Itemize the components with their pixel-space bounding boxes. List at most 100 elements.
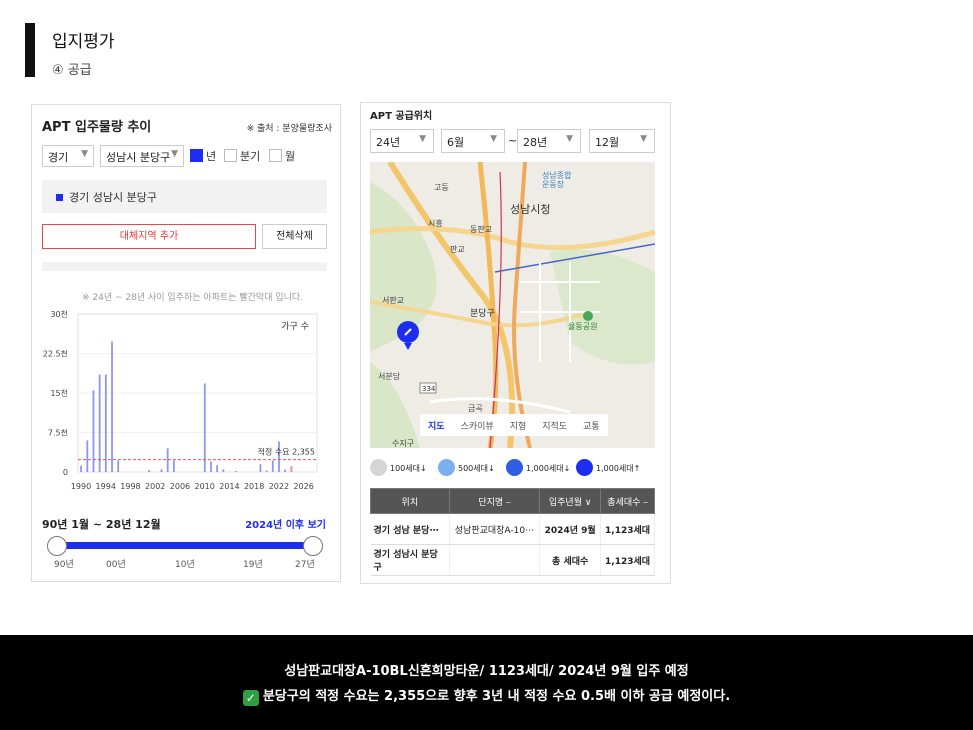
from-year-value: 24년 [376, 136, 401, 149]
svg-text:성남종합: 성남종합 [542, 171, 572, 180]
to-year-value: 28년 [523, 136, 548, 149]
checkbox-year-label: 년 [206, 150, 217, 163]
chart-bar [117, 460, 120, 472]
x-tick-label: 1990 [71, 482, 91, 491]
to-year-select[interactable]: 28년 ▼ [517, 129, 581, 153]
chart-bar [259, 464, 262, 472]
chart-bar [86, 440, 89, 472]
check-mark-icon: ✓ [242, 690, 259, 706]
province-select[interactable]: 경기 ▼ [42, 145, 94, 167]
map-tab-traffic[interactable]: 교통 [575, 414, 608, 436]
marker-xlarge-icon [576, 459, 593, 476]
marker-small-icon [370, 459, 387, 476]
column-header-location[interactable]: 위치 [370, 488, 450, 514]
slider-label: 19년 [243, 560, 263, 570]
x-tick-label: 2002 [145, 482, 165, 491]
svg-text:시흥: 시흥 [428, 218, 443, 228]
page: 입지평가 ④ 공급 APT 입주물량 추이 ※ 출처 : 분양물량조사 경기 ▼… [0, 0, 973, 730]
table-row-total: 경기 성남시 분당구 총 세대수 1,123세대 [370, 544, 655, 576]
checkbox-month-label: 월 [285, 150, 296, 163]
chart-bar [172, 460, 175, 472]
chart-bar [104, 374, 107, 472]
range-slider-track[interactable] [57, 542, 313, 549]
x-tick-label: 2006 [170, 482, 190, 491]
chart-bar [234, 470, 237, 472]
range-separator: ~ [508, 134, 518, 147]
y-tick-label: 15천 [50, 388, 68, 398]
map-type-tabs: 지도 스카이뷰 지형 지적도 교통 [420, 414, 608, 436]
cell-total-label: 총 세대수 [539, 544, 602, 576]
map-tab-cadastral[interactable]: 지적도 [534, 414, 575, 436]
cell-complex: 성남판교대장A-10⋯ [449, 513, 541, 545]
chevron-down-icon: ▼ [171, 149, 178, 159]
slider-label: 27년 [295, 560, 315, 570]
supply-trend-panel: APT 입주물량 추이 ※ 출처 : 분양물량조사 경기 ▼ 성남시 분당구 ▼… [31, 104, 341, 582]
chart-bar [216, 465, 219, 472]
svg-text:운동장: 운동장 [542, 179, 565, 189]
summary-footer: 성남판교대장A-10BL신혼희망타운/ 1123세대/ 2024년 9월 입주 … [0, 635, 973, 730]
chevron-down-icon: ▼ [640, 134, 647, 144]
chart-bar [284, 469, 287, 472]
y-tick-label: 7.5천 [48, 428, 68, 438]
from-year-select[interactable]: 24년 ▼ [370, 129, 434, 153]
map-tab-map[interactable]: 지도 [420, 414, 453, 436]
chart-bar [265, 470, 268, 472]
summary-line-2: ✓ 분당구의 적정 수요는 2,355으로 향후 3년 내 적정 수요 0.5배 … [0, 685, 973, 706]
range-title: 90년 1월 ~ 28년 12월 [42, 518, 161, 531]
panel-title: APT 공급위치 [370, 111, 433, 122]
column-header-move-in[interactable]: 입주년월 ∨ [539, 488, 602, 514]
divider-strip [42, 262, 327, 271]
y-tick-label: 0 [63, 468, 68, 477]
summary-line-1: 성남판교대장A-10BL신혼희망타운/ 1123세대/ 2024년 9월 입주 … [284, 664, 689, 679]
slider-label: 90년 [54, 560, 74, 570]
map-tab-terrain[interactable]: 지형 [502, 414, 535, 436]
chevron-down-icon: ▼ [566, 134, 573, 144]
source-note: ※ 출처 : 분양물량조사 [246, 124, 332, 134]
cell-location: 경기 성남시 분당구 [370, 544, 450, 576]
location-map[interactable]: 고등 성남종합 운동장 성남시청 시흥 동판교 판교 서판교 분당구 율동공원 … [370, 162, 655, 448]
column-header-complex[interactable]: 단지명 ⎯ [448, 488, 541, 514]
map-tab-skyview[interactable]: 스카이뷰 [453, 414, 502, 436]
marker-medium-icon [438, 459, 455, 476]
cell-complex [449, 544, 541, 576]
page-subtitle: ④ 공급 [52, 63, 92, 78]
checkbox-quarter[interactable] [224, 149, 237, 162]
svg-text:분당구: 분당구 [470, 308, 495, 319]
chart-bar [80, 465, 82, 472]
checkbox-month[interactable] [269, 149, 282, 162]
svg-text:동판교: 동판교 [470, 225, 492, 234]
checkbox-quarter-label: 분기 [240, 150, 261, 163]
chart-bar [111, 341, 113, 472]
region-label: 경기 성남시 분당구 [69, 191, 157, 204]
svg-text:고등: 고등 [434, 183, 449, 192]
column-header-households[interactable]: 총세대수 ⎯ [600, 488, 655, 514]
x-tick-label: 2010 [195, 482, 215, 491]
view-after-2024-link[interactable]: 2024년 이후 보기 [245, 516, 326, 531]
page-title: 입지평가 [52, 32, 115, 52]
from-month-select[interactable]: 6월 ▼ [441, 129, 505, 153]
chart-bar [210, 461, 212, 472]
cell-move-in: 2024년 9월 [539, 513, 602, 545]
y-tick-label: 22.5천 [43, 349, 68, 359]
chart-note: ※ 24년 ~ 28년 사이 입주하는 아파트는 빨간막대 입니다. [82, 293, 304, 303]
chart-bar [271, 460, 274, 472]
chart-bar [148, 469, 151, 472]
table-row[interactable]: 경기 성남 분당⋯ 성남판교대장A-10⋯ 2024년 9월 1,123세대 [370, 513, 655, 545]
x-tick-label: 2014 [219, 482, 239, 491]
svg-text:율동공원: 율동공원 [568, 322, 597, 331]
add-region-button[interactable]: 대체지역 추가 [42, 224, 256, 249]
delete-all-button[interactable]: 전체삭제 [262, 224, 327, 249]
marker-large-icon [506, 459, 523, 476]
range-slider-start-handle[interactable] [47, 536, 67, 556]
district-select[interactable]: 성남시 분당구 ▼ [100, 145, 184, 167]
chevron-down-icon: ▼ [490, 134, 497, 144]
supply-bar-chart: 0 7.5천 15천 22.5천 30천적정 수요 2,355 가구 수 1990 1994 1… [43, 309, 318, 491]
panel-title: APT 입주물량 추이 [42, 120, 152, 135]
checkbox-year[interactable] [190, 149, 203, 162]
to-month-select[interactable]: 12월 ▼ [589, 129, 655, 153]
range-slider-end-handle[interactable] [303, 536, 323, 556]
chart-bar [98, 374, 101, 472]
x-tick-label: 2022 [269, 482, 289, 491]
header-accent-bar [25, 23, 35, 77]
reference-line-label: 적정 수요 2,355 [258, 447, 315, 457]
